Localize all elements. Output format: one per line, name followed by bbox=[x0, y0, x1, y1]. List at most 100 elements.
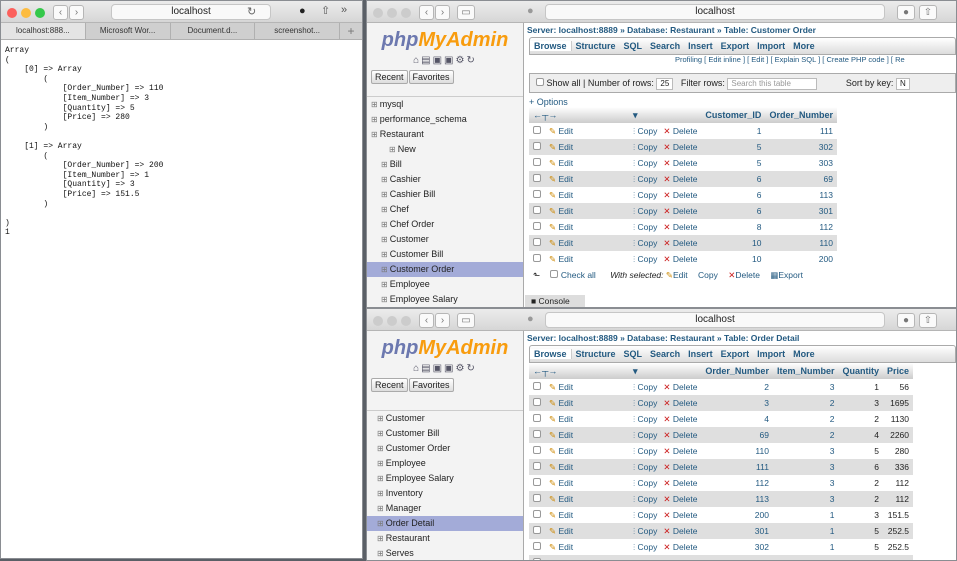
cell[interactable]: 252.5 bbox=[882, 523, 914, 539]
options-link[interactable]: + Options bbox=[529, 97, 956, 107]
close-dot[interactable] bbox=[373, 8, 383, 18]
edit-link[interactable]: ✎ Edit bbox=[549, 558, 573, 561]
cell[interactable]: 1 bbox=[772, 523, 839, 539]
row-checkbox[interactable] bbox=[533, 445, 541, 454]
cell[interactable]: 112 bbox=[765, 219, 837, 235]
tree-item[interactable]: ⊞ Chef Order bbox=[367, 217, 523, 232]
edit-link[interactable]: ✎ Edit bbox=[549, 510, 573, 520]
row-checkbox[interactable] bbox=[533, 125, 541, 134]
copy-link[interactable]: ⫶ Copy bbox=[633, 494, 657, 504]
cell[interactable]: 151.5 bbox=[882, 507, 914, 523]
pma-logo[interactable]: phpMyAdmin bbox=[367, 29, 523, 52]
cell[interactable]: 1 bbox=[772, 539, 839, 555]
cell[interactable]: 3 bbox=[838, 395, 883, 411]
filter-input[interactable]: Search this table bbox=[727, 78, 818, 90]
row-checkbox[interactable] bbox=[533, 461, 541, 470]
copy-link[interactable]: ⫶ Copy bbox=[633, 398, 657, 408]
row-checkbox[interactable] bbox=[533, 157, 541, 166]
edit-link[interactable]: ✎ Edit bbox=[549, 414, 573, 424]
address-bar[interactable]: localhost bbox=[545, 4, 885, 20]
delete-link[interactable]: ✕ Delete bbox=[663, 478, 697, 488]
col-header[interactable]: Quantity bbox=[838, 363, 883, 379]
cell[interactable]: 111 bbox=[701, 459, 773, 475]
address-bar[interactable]: localhost bbox=[545, 312, 885, 328]
col-header[interactable]: Order_Number bbox=[765, 107, 837, 123]
tree-item[interactable]: ⊞ Customer Order bbox=[367, 262, 523, 277]
zoom-dot[interactable] bbox=[401, 316, 411, 326]
col-header[interactable]: Item_Number bbox=[772, 363, 839, 379]
forward-button[interactable]: › bbox=[435, 5, 450, 20]
row-checkbox[interactable] bbox=[533, 397, 541, 406]
col-header[interactable]: Price bbox=[882, 363, 914, 379]
sort-select[interactable]: N bbox=[895, 78, 910, 90]
sidebar-button[interactable]: ▭ bbox=[457, 5, 475, 20]
copy-link[interactable]: ⫶ Copy bbox=[633, 478, 657, 488]
delete-link[interactable]: ✕ Delete bbox=[663, 126, 697, 136]
favorites-tab[interactable]: Favorites bbox=[408, 378, 454, 392]
cell[interactable]: 2 bbox=[838, 411, 883, 427]
edit-link[interactable]: ✎ Edit bbox=[549, 238, 573, 248]
tree-item[interactable]: ⊞ Restaurant bbox=[367, 127, 523, 142]
cell[interactable]: 3 bbox=[772, 379, 839, 395]
cell[interactable]: 2 bbox=[772, 395, 839, 411]
tree-item[interactable]: ⊞ Cashier Bill bbox=[367, 187, 523, 202]
tree-item[interactable]: ⊞ Customer Order bbox=[367, 441, 523, 456]
row-checkbox[interactable] bbox=[533, 493, 541, 502]
cell[interactable]: 2 bbox=[772, 427, 839, 443]
tab-export[interactable]: Export bbox=[717, 349, 754, 359]
tree-item[interactable]: ⊞ New bbox=[367, 142, 523, 157]
tab-insert[interactable]: Insert bbox=[684, 349, 717, 359]
bulk-delete[interactable]: Delete bbox=[735, 270, 760, 280]
row-checkbox[interactable] bbox=[533, 477, 541, 486]
forward-button[interactable]: › bbox=[435, 313, 450, 328]
sort-arrows[interactable]: ←┬→ bbox=[529, 363, 629, 379]
cell[interactable]: 112 bbox=[701, 475, 773, 491]
edit-link[interactable]: ✎ Edit bbox=[549, 494, 573, 504]
tab-more[interactable]: More bbox=[789, 349, 819, 359]
cell[interactable]: 3 bbox=[772, 459, 839, 475]
tree-item[interactable]: ⊞ Restaurant bbox=[367, 531, 523, 546]
cell[interactable]: 200 bbox=[701, 507, 773, 523]
tree-item[interactable]: ⊞ Employee bbox=[367, 456, 523, 471]
edit-link[interactable]: ✎ Edit bbox=[549, 382, 573, 392]
cell[interactable]: 6 bbox=[701, 171, 766, 187]
show-all-checkbox[interactable] bbox=[536, 78, 544, 86]
delete-link[interactable]: ✕ Delete bbox=[663, 558, 697, 561]
cell[interactable]: 1 bbox=[772, 507, 839, 523]
share-button[interactable]: ⇧ bbox=[919, 313, 937, 328]
copy-link[interactable]: ⫶ Copy bbox=[633, 446, 657, 456]
cell[interactable]: 2 bbox=[772, 411, 839, 427]
more-tabs-icon[interactable]: » bbox=[341, 4, 347, 16]
breadcrumb[interactable]: Server: localhost:8889 » Database: Resta… bbox=[525, 23, 956, 37]
edit-link[interactable]: ✎ Edit bbox=[549, 158, 573, 168]
delete-link[interactable]: ✕ Delete bbox=[663, 430, 697, 440]
cell[interactable]: 5 bbox=[701, 139, 766, 155]
row-checkbox[interactable] bbox=[533, 253, 541, 262]
edit-link[interactable]: ✎ Edit bbox=[549, 430, 573, 440]
zoom-dot[interactable] bbox=[35, 8, 45, 18]
cell[interactable]: 5 bbox=[838, 523, 883, 539]
cell[interactable]: 1 bbox=[838, 379, 883, 395]
edit-link[interactable]: ✎ Edit bbox=[549, 478, 573, 488]
copy-link[interactable]: ⫶ Copy bbox=[633, 190, 657, 200]
edit-link[interactable]: ✎ Edit bbox=[549, 222, 573, 232]
copy-link[interactable]: ⫶ Copy bbox=[633, 542, 657, 552]
cell[interactable]: 1 bbox=[772, 555, 839, 560]
cell[interactable]: 4 bbox=[701, 411, 773, 427]
nav-icons[interactable]: ⌂▤▣▣⚙↻ bbox=[367, 55, 523, 66]
delete-link[interactable]: ✕ Delete bbox=[663, 158, 697, 168]
tree-item[interactable]: ⊞ Customer Bill bbox=[367, 426, 523, 441]
delete-link[interactable]: ✕ Delete bbox=[663, 398, 697, 408]
cell[interactable]: 252.5 bbox=[882, 539, 914, 555]
cell[interactable]: 5 bbox=[838, 539, 883, 555]
console-bar[interactable]: ■ Console bbox=[525, 295, 585, 307]
cell[interactable]: 5 bbox=[701, 155, 766, 171]
tree-item[interactable]: ⊞ Employee bbox=[367, 277, 523, 292]
recent-tab[interactable]: Recent bbox=[371, 70, 408, 84]
tab-structure[interactable]: Structure bbox=[572, 349, 620, 359]
delete-link[interactable]: ✕ Delete bbox=[663, 446, 697, 456]
tree-item[interactable]: ⊞ Cashier bbox=[367, 172, 523, 187]
delete-link[interactable]: ✕ Delete bbox=[663, 542, 697, 552]
cell[interactable]: 2 bbox=[701, 379, 773, 395]
row-checkbox[interactable] bbox=[533, 141, 541, 150]
